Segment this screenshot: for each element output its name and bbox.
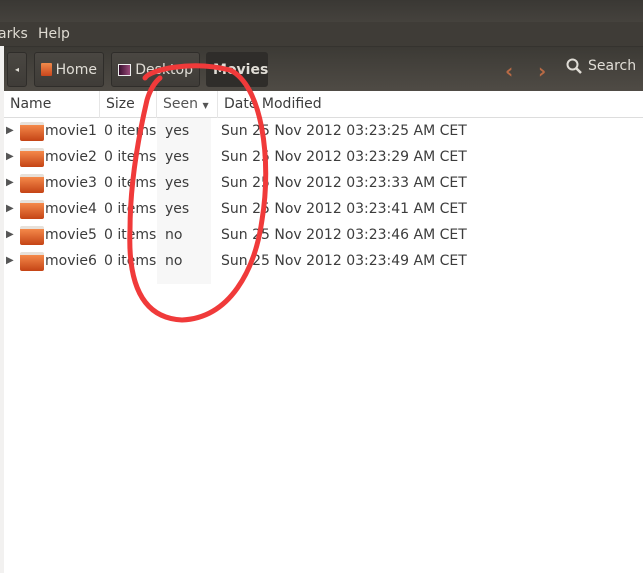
table-row[interactable]: ▶ movie2 0 items yes Sun 25 Nov 2012 03:… xyxy=(4,144,643,170)
forward-arrow-icon[interactable]: › xyxy=(538,59,546,83)
file-seen: yes xyxy=(165,175,190,191)
table-row[interactable]: ▶ movie1 0 items yes Sun 25 Nov 2012 03:… xyxy=(4,118,643,144)
expander-icon[interactable]: ▶ xyxy=(6,255,14,266)
table-row[interactable]: ▶ movie5 0 items no Sun 25 Nov 2012 03:2… xyxy=(4,222,643,248)
breadcrumb-scroll-left[interactable]: ◂ xyxy=(7,52,27,87)
expander-icon[interactable]: ▶ xyxy=(6,151,14,162)
folder-icon xyxy=(20,252,44,271)
file-name: movie1 xyxy=(45,123,97,139)
expander-icon[interactable]: ▶ xyxy=(6,125,14,136)
file-date-modified: Sun 25 Nov 2012 03:23:41 AM CET xyxy=(221,201,467,217)
file-date-modified: Sun 25 Nov 2012 03:23:25 AM CET xyxy=(221,123,467,139)
file-size: 0 items xyxy=(104,201,157,217)
expander-icon[interactable]: ▶ xyxy=(6,177,14,188)
column-name[interactable]: Name xyxy=(4,91,100,118)
file-size: 0 items xyxy=(104,175,157,191)
breadcrumb-label: Movies xyxy=(213,61,269,78)
search-label: Search xyxy=(588,58,637,74)
title-bar xyxy=(0,0,643,22)
breadcrumb-movies[interactable]: Movies xyxy=(206,52,268,87)
sort-down-icon: ▼ xyxy=(202,101,209,110)
column-date-modified[interactable]: Date Modified xyxy=(218,91,643,118)
column-size[interactable]: Size xyxy=(100,91,157,118)
toolbar: ◂ Home Desktop Movies ‹ › xyxy=(0,46,643,91)
file-date-modified: Sun 25 Nov 2012 03:23:49 AM CET xyxy=(221,253,467,269)
file-size: 0 items xyxy=(104,227,157,243)
file-name: movie4 xyxy=(45,201,97,217)
search-icon xyxy=(566,58,582,74)
menu-help[interactable]: Help xyxy=(38,26,70,42)
folder-icon xyxy=(20,148,44,167)
breadcrumb-desktop[interactable]: Desktop xyxy=(111,52,200,87)
column-header: Name Size Seen ▼ Date Modified xyxy=(4,91,643,118)
menu-bookmarks[interactable]: arks xyxy=(0,26,28,42)
file-size: 0 items xyxy=(104,149,157,165)
table-row[interactable]: ▶ movie3 0 items yes Sun 25 Nov 2012 03:… xyxy=(4,170,643,196)
file-date-modified: Sun 25 Nov 2012 03:23:33 AM CET xyxy=(221,175,467,191)
file-name: movie5 xyxy=(45,227,97,243)
breadcrumb-label: Home xyxy=(55,61,97,78)
table-row[interactable]: ▶ movie6 0 items no Sun 25 Nov 2012 03:2… xyxy=(4,248,643,274)
file-size: 0 items xyxy=(104,123,157,139)
file-name: movie2 xyxy=(45,149,97,165)
breadcrumb-home[interactable]: Home xyxy=(34,52,104,87)
home-folder-icon xyxy=(41,63,52,76)
search-button[interactable]: Search xyxy=(566,58,636,74)
folder-icon xyxy=(20,122,44,141)
column-seen-label: Seen xyxy=(163,96,198,112)
desktop-icon xyxy=(118,63,132,76)
file-seen: no xyxy=(165,253,183,269)
file-seen: yes xyxy=(165,149,190,165)
breadcrumb-label: Desktop xyxy=(135,61,193,78)
file-name: movie6 xyxy=(45,253,97,269)
file-seen: no xyxy=(165,227,183,243)
expander-icon[interactable]: ▶ xyxy=(6,229,14,240)
menu-bar: arks Help xyxy=(0,22,643,46)
file-seen: yes xyxy=(165,123,190,139)
file-date-modified: Sun 25 Nov 2012 03:23:29 AM CET xyxy=(221,149,467,165)
expander-icon[interactable]: ▶ xyxy=(6,203,14,214)
folder-icon xyxy=(20,200,44,219)
file-name: movie3 xyxy=(45,175,97,191)
file-seen: yes xyxy=(165,201,190,217)
folder-icon xyxy=(20,174,44,193)
folder-icon xyxy=(20,226,44,245)
file-date-modified: Sun 25 Nov 2012 03:23:46 AM CET xyxy=(221,227,467,243)
column-seen[interactable]: Seen ▼ xyxy=(157,91,218,118)
table-row[interactable]: ▶ movie4 0 items yes Sun 25 Nov 2012 03:… xyxy=(4,196,643,222)
back-arrow-icon[interactable]: ‹ xyxy=(505,59,513,83)
file-size: 0 items xyxy=(104,253,157,269)
